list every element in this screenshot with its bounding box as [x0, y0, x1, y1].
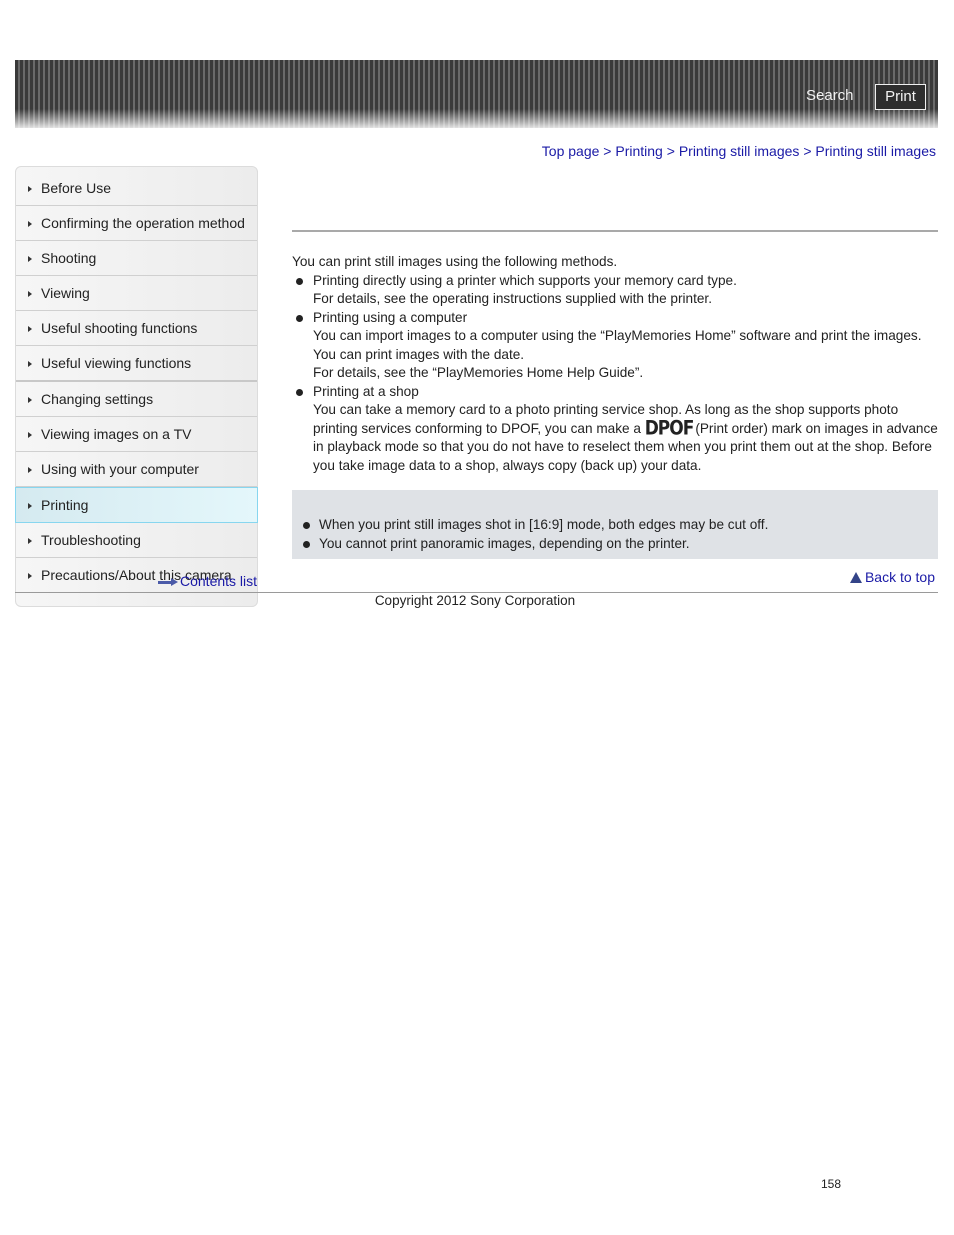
main-content: You can print still images using the fol…	[292, 253, 938, 475]
back-to-top-label: Back to top	[864, 569, 935, 585]
breadcrumb-current-page[interactable]: Printing still images	[815, 143, 936, 159]
caret-right-icon	[28, 256, 32, 262]
sidebar-item-useful-shooting[interactable]: Useful shooting functions	[16, 311, 257, 346]
caret-right-icon	[28, 467, 32, 473]
caret-right-icon	[28, 503, 32, 509]
note-box: When you print still images shot in [16:…	[292, 490, 938, 559]
copyright-text: Copyright 2012 Sony Corporation	[374, 593, 576, 608]
bullet-icon	[296, 277, 303, 285]
back-to-top-link[interactable]: Back to top	[849, 569, 935, 585]
sidebar-item-shooting[interactable]: Shooting	[16, 241, 257, 276]
breadcrumb-separator: >	[603, 143, 616, 159]
method-title: Printing directly using a printer which …	[313, 272, 737, 288]
sidebar-item-label: Using with your computer	[41, 461, 199, 477]
caret-right-icon	[28, 326, 32, 332]
search-link[interactable]: Search	[806, 87, 854, 104]
sidebar-item-label: Changing settings	[41, 391, 154, 407]
sidebar-item-viewing-on-tv[interactable]: Viewing images on a TV	[16, 417, 257, 452]
methods-list: Printing directly using a printer which …	[292, 272, 938, 476]
breadcrumb: Top page > Printing > Printing still ima…	[542, 143, 936, 159]
caret-right-icon	[28, 432, 32, 438]
caret-right-icon	[28, 221, 32, 227]
sidebar-item-confirming-operation[interactable]: Confirming the operation method	[16, 206, 257, 241]
method-detail: You can take a memory card to a photo pr…	[313, 401, 938, 475]
contents-list-label: Contents list	[180, 573, 258, 589]
dpof-icon: DPOF	[644, 416, 695, 440]
breadcrumb-separator: >	[666, 143, 679, 159]
sidebar-item-changing-settings[interactable]: Changing settings	[16, 382, 257, 417]
print-button[interactable]: Print	[875, 84, 926, 110]
method-title: Printing at a shop	[313, 383, 419, 399]
breadcrumb-printing-still-images[interactable]: Printing still images	[679, 143, 800, 159]
sidebar-item-troubleshooting[interactable]: Troubleshooting	[16, 523, 257, 558]
sidebar-item-viewing[interactable]: Viewing	[16, 276, 257, 311]
arrow-right-icon	[158, 578, 178, 587]
sidebar-item-label: Viewing images on a TV	[41, 426, 192, 442]
sidebar-item-useful-viewing[interactable]: Useful viewing functions	[16, 346, 257, 382]
method-detail: For details, see the “PlayMemories Home …	[313, 365, 644, 380]
sidebar-item-label: Useful viewing functions	[41, 355, 192, 371]
caret-right-icon	[28, 397, 32, 403]
sidebar-nav: Before Use Confirming the operation meth…	[15, 166, 258, 607]
header-banner: Search Print	[15, 60, 938, 128]
breadcrumb-separator: >	[803, 143, 816, 159]
sidebar-item-printing[interactable]: Printing	[15, 487, 258, 523]
list-item: When you print still images shot in [16:…	[300, 516, 768, 535]
method-title: Printing using a computer	[313, 309, 468, 325]
list-item: Printing directly using a printer which …	[292, 272, 938, 309]
triangle-up-icon	[849, 572, 862, 583]
note-text: When you print still images shot in [16:…	[319, 517, 769, 532]
title-divider	[292, 230, 938, 232]
method-detail: You can import images to a computer usin…	[313, 328, 922, 362]
note-text: You cannot print panoramic images, depen…	[319, 535, 690, 551]
notes-list: When you print still images shot in [16:…	[300, 516, 768, 553]
breadcrumb-printing[interactable]: Printing	[615, 143, 662, 159]
breadcrumb-top-page[interactable]: Top page	[542, 143, 600, 159]
sidebar-item-label: Viewing	[41, 285, 90, 301]
sidebar-item-label: Troubleshooting	[41, 532, 141, 548]
list-item: Printing using a computer You can import…	[292, 309, 938, 383]
bullet-icon	[303, 540, 310, 548]
caret-right-icon	[28, 361, 32, 367]
list-item: Printing at a shop You can take a memory…	[292, 383, 938, 476]
caret-right-icon	[28, 186, 32, 192]
caret-right-icon	[28, 291, 32, 297]
contents-list-link[interactable]: Contents list	[158, 573, 257, 589]
sidebar-item-label: Printing	[41, 497, 89, 513]
method-detail: For details, see the operating instructi…	[313, 291, 712, 306]
caret-right-icon	[28, 573, 32, 579]
sidebar-item-before-use[interactable]: Before Use	[16, 171, 257, 206]
sidebar-item-using-with-computer[interactable]: Using with your computer	[16, 452, 257, 487]
sidebar-item-label: Shooting	[41, 250, 97, 266]
sidebar-item-label: Before Use	[41, 180, 112, 196]
bullet-icon	[296, 388, 303, 396]
page-number: 158	[821, 1177, 842, 1191]
intro-text: You can print still images using the fol…	[292, 254, 618, 269]
caret-right-icon	[28, 538, 32, 544]
sidebar-item-label: Confirming the operation method	[41, 215, 245, 231]
sidebar-item-label: Useful shooting functions	[41, 320, 198, 336]
list-item: You cannot print panoramic images, depen…	[300, 535, 768, 554]
bullet-icon	[296, 314, 303, 322]
bullet-icon	[303, 522, 310, 529]
